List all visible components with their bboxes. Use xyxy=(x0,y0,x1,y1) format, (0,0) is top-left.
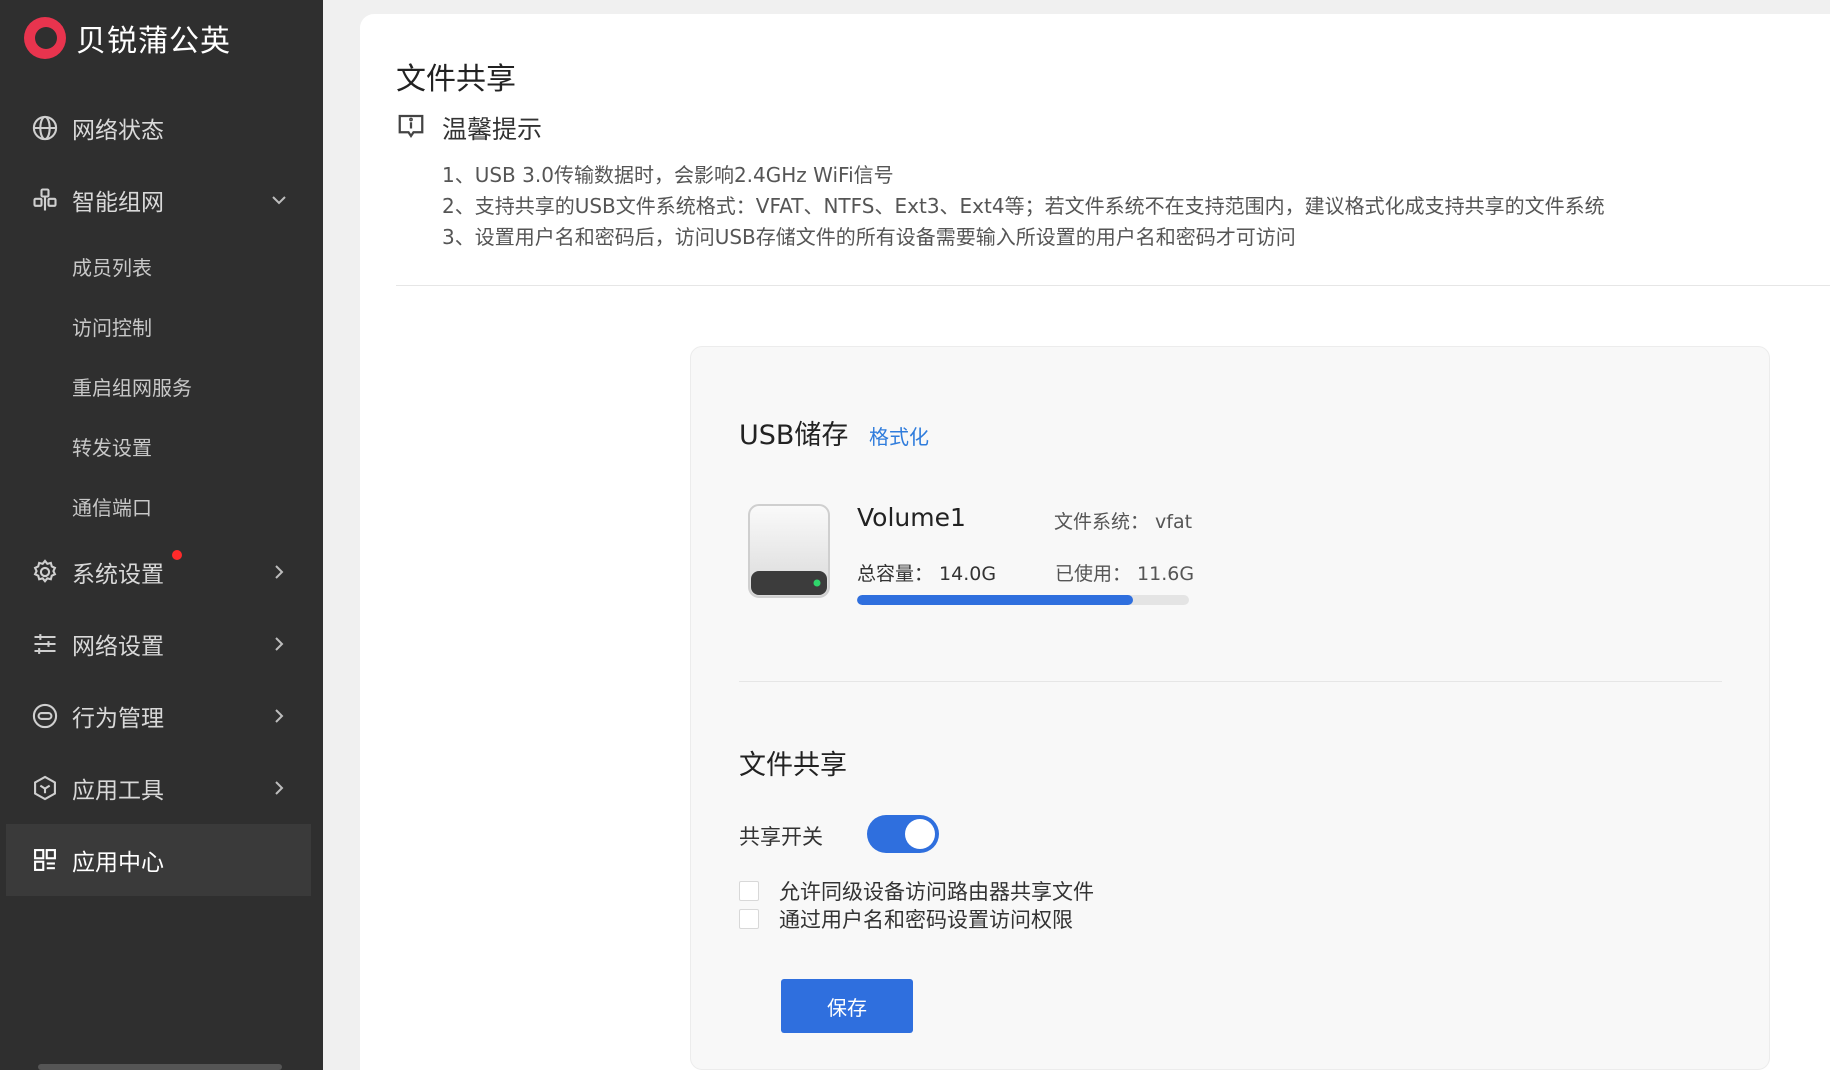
sidebar-item-label: 网络设置 xyxy=(72,634,164,660)
total-capacity: 总容量： 14.0G xyxy=(857,563,997,585)
volume-name: Volume1 xyxy=(857,503,966,532)
usb-storage-title: USB储存 xyxy=(739,420,849,451)
tip-item: 1、USB 3.0传输数据时，会影响2.4GHz WiFi信号 xyxy=(442,163,894,187)
option-label: 通过用户名和密码设置访问权限 xyxy=(779,908,1073,932)
page-title: 文件共享 xyxy=(396,62,516,97)
sidebar-item-label: 行为管理 xyxy=(72,706,164,732)
sidebar-scrollbar[interactable] xyxy=(38,1064,282,1070)
toggle-circle-icon xyxy=(30,701,60,731)
sliders-icon xyxy=(30,629,60,659)
sidebar-item-network-settings[interactable]: 网络设置 xyxy=(0,608,323,680)
grid-apps-icon xyxy=(30,845,60,875)
sidebar-item-smart-networking[interactable]: 智能组网 xyxy=(0,164,323,236)
sidebar-subitem-restart-service[interactable]: 重启组网服务 xyxy=(0,356,323,416)
notification-dot xyxy=(172,550,182,560)
sidebar-item-label: 智能组网 xyxy=(72,190,164,216)
format-link[interactable]: 格式化 xyxy=(869,421,929,450)
sidebar-item-label: 网络状态 xyxy=(72,118,164,144)
sidebar-item-label: 应用工具 xyxy=(72,778,164,804)
network-node-icon xyxy=(30,185,60,215)
tip-item: 3、设置用户名和密码后，访问USB存储文件的所有设备需要输入所设置的用户名和密码… xyxy=(442,225,1296,249)
sidebar-subitem-comm-port[interactable]: 通信端口 xyxy=(0,476,323,536)
chevron-right-icon xyxy=(269,778,289,798)
divider xyxy=(396,285,1830,286)
tip-title: 温馨提示 xyxy=(442,115,543,144)
sidebar: 贝锐蒲公英 网络状态 智能组网 成员列表 访问控制 重启组网服务 转发设置 通信… xyxy=(0,0,323,1070)
usage-progress-bar xyxy=(857,595,1189,605)
option-peer-access[interactable]: 允许同级设备访问路由器共享文件 xyxy=(739,876,1094,906)
sidebar-subitem-forwarding[interactable]: 转发设置 xyxy=(0,416,323,476)
info-icon xyxy=(396,111,426,145)
sidebar-item-network-status[interactable]: 网络状态 xyxy=(0,92,323,164)
sidebar-subitem-access-control[interactable]: 访问控制 xyxy=(0,296,323,356)
sidebar-nav: 网络状态 智能组网 成员列表 访问控制 重启组网服务 转发设置 通信端口 系统设… xyxy=(0,92,323,896)
tips-list: 1、USB 3.0传输数据时，会影响2.4GHz WiFi信号 2、支持共享的U… xyxy=(442,160,1605,253)
chevron-right-icon xyxy=(269,562,289,582)
chevron-down-icon xyxy=(269,190,289,210)
option-label: 允许同级设备访问路由器共享文件 xyxy=(779,880,1094,904)
share-switch-label: 共享开关 xyxy=(739,825,823,849)
sidebar-item-system-settings[interactable]: 系统设置 xyxy=(0,536,323,608)
chevron-right-icon xyxy=(269,634,289,654)
peer-access-checkbox[interactable] xyxy=(739,881,759,901)
gear-icon xyxy=(30,557,60,587)
option-credential-access[interactable]: 通过用户名和密码设置访问权限 xyxy=(739,904,1073,934)
sidebar-item-label: 应用中心 xyxy=(72,850,164,876)
usb-share-card: USB储存 格式化 Volume1 文件系统： vfat 总容量： 14.0G … xyxy=(690,346,1770,1070)
sidebar-item-app-center[interactable]: 应用中心 xyxy=(6,824,311,896)
main-panel: 文件共享 温馨提示 1、USB 3.0传输数据时，会影响2.4GHz WiFi信… xyxy=(360,14,1830,1070)
cube-icon xyxy=(30,773,60,803)
tip-header: 温馨提示 xyxy=(396,110,542,146)
brand-logo[interactable]: 贝锐蒲公英 xyxy=(24,16,231,60)
file-share-title: 文件共享 xyxy=(739,750,847,781)
save-button[interactable]: 保存 xyxy=(781,979,913,1033)
divider xyxy=(739,681,1722,682)
share-toggle[interactable] xyxy=(867,815,939,853)
sidebar-subitem-member-list[interactable]: 成员列表 xyxy=(0,236,323,296)
sidebar-item-app-tools[interactable]: 应用工具 xyxy=(0,752,323,824)
used-capacity: 已使用： 11.6G xyxy=(1055,563,1195,585)
hard-drive-icon xyxy=(747,503,831,599)
chevron-right-icon xyxy=(269,706,289,726)
logo-icon xyxy=(24,17,66,59)
filesystem-label: 文件系统： vfat xyxy=(1054,511,1193,533)
usage-progress-fill xyxy=(857,595,1133,605)
brand-name: 贝锐蒲公英 xyxy=(76,24,231,59)
tip-item: 2、支持共享的USB文件系统格式：VFAT、NTFS、Ext3、Ext4等；若文… xyxy=(442,194,1605,218)
toggle-knob xyxy=(905,819,935,849)
sidebar-item-behavior-management[interactable]: 行为管理 xyxy=(0,680,323,752)
globe-icon xyxy=(30,113,60,143)
sidebar-item-label: 系统设置 xyxy=(72,562,164,588)
credential-access-checkbox[interactable] xyxy=(739,909,759,929)
